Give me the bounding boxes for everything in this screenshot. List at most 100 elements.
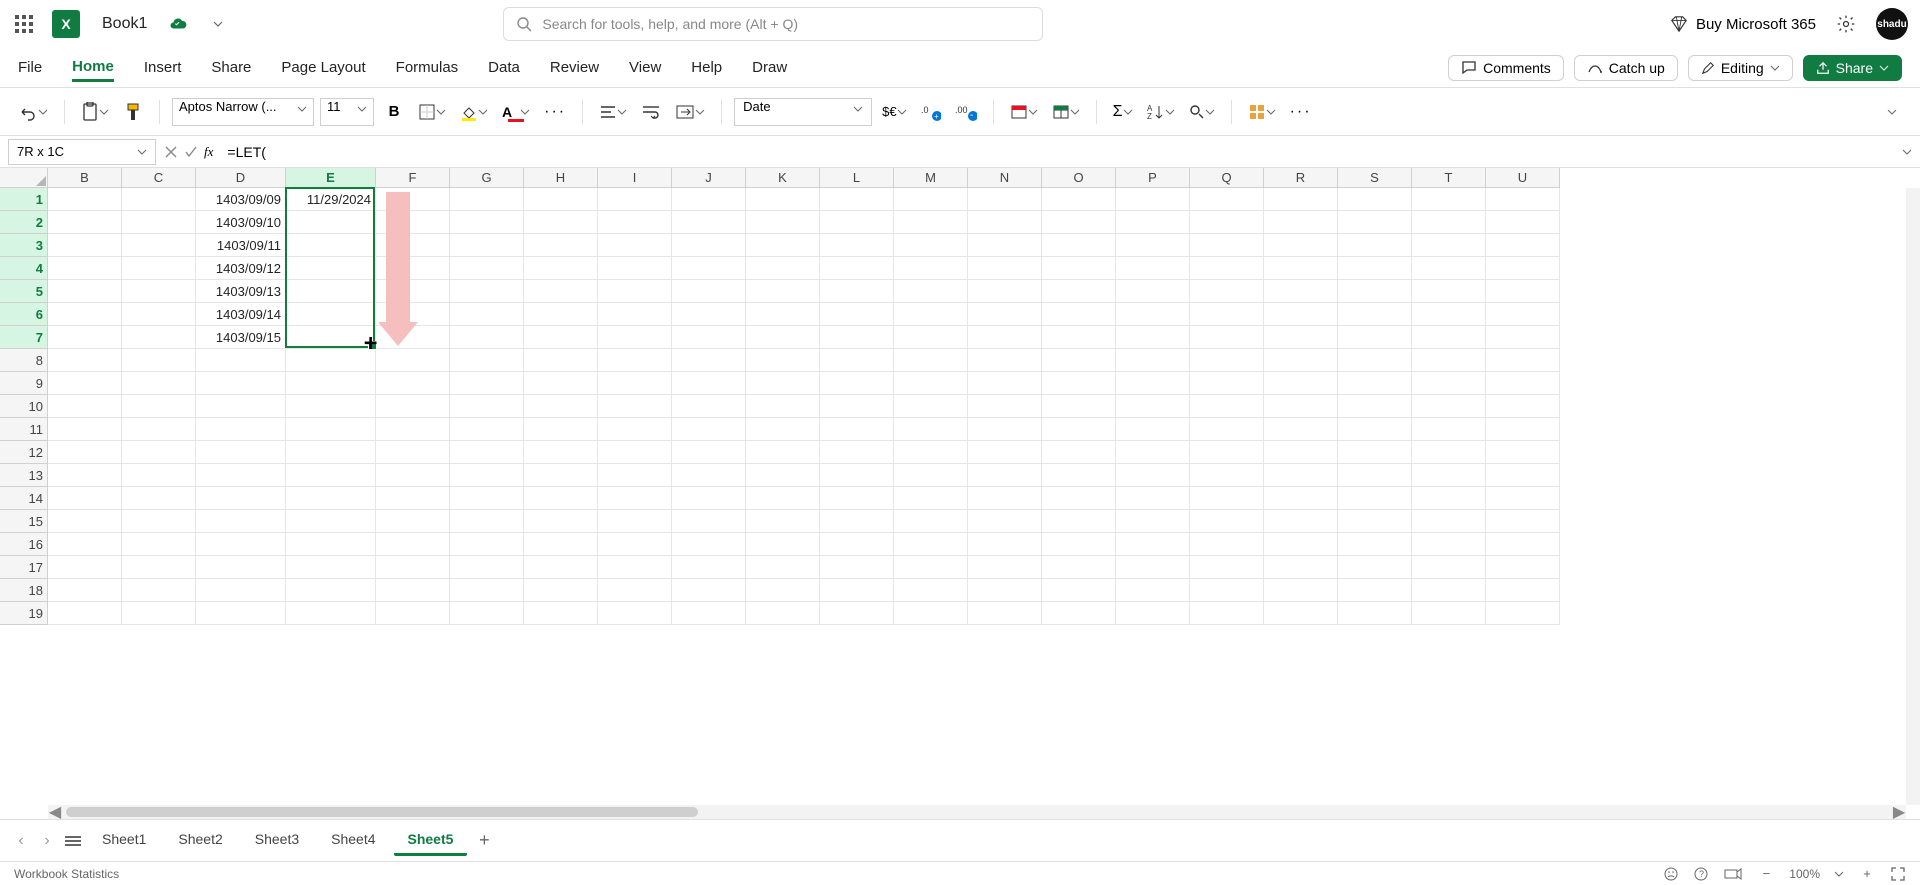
cell-C2[interactable] xyxy=(122,211,196,234)
cell-E3[interactable] xyxy=(286,234,376,257)
cell-F11[interactable] xyxy=(376,418,450,441)
row-header-12[interactable]: 12 xyxy=(0,441,48,464)
cell-T6[interactable] xyxy=(1412,303,1486,326)
cell-K3[interactable] xyxy=(746,234,820,257)
cell-S10[interactable] xyxy=(1338,395,1412,418)
cell-Q11[interactable] xyxy=(1190,418,1264,441)
column-header-O[interactable]: O xyxy=(1042,168,1116,188)
sheet-nav-prev[interactable]: ‹ xyxy=(10,832,32,850)
cell-R19[interactable] xyxy=(1264,602,1338,625)
cell-B6[interactable] xyxy=(48,303,122,326)
cell-N11[interactable] xyxy=(968,418,1042,441)
ribbon-tab-insert[interactable]: Insert xyxy=(144,55,182,80)
cell-U6[interactable] xyxy=(1486,303,1560,326)
cell-U14[interactable] xyxy=(1486,487,1560,510)
increase-decimal-button[interactable]: .0+ xyxy=(917,97,945,127)
cell-K13[interactable] xyxy=(746,464,820,487)
column-header-H[interactable]: H xyxy=(524,168,598,188)
workbook-statistics[interactable]: Workbook Statistics xyxy=(14,867,119,881)
catch-up-button[interactable]: Catch up xyxy=(1574,55,1678,81)
zoom-level[interactable]: 100% xyxy=(1789,867,1820,881)
cell-I1[interactable] xyxy=(598,188,672,211)
cell-N15[interactable] xyxy=(968,510,1042,533)
cell-N9[interactable] xyxy=(968,372,1042,395)
cell-O18[interactable] xyxy=(1042,579,1116,602)
cell-R17[interactable] xyxy=(1264,556,1338,579)
cell-M8[interactable] xyxy=(894,349,968,372)
cell-N8[interactable] xyxy=(968,349,1042,372)
cell-D6[interactable]: 1403/09/14 xyxy=(196,303,286,326)
cell-G10[interactable] xyxy=(450,395,524,418)
cell-P7[interactable] xyxy=(1116,326,1190,349)
cell-C13[interactable] xyxy=(122,464,196,487)
cell-Q6[interactable] xyxy=(1190,303,1264,326)
cell-K19[interactable] xyxy=(746,602,820,625)
cell-D11[interactable] xyxy=(196,418,286,441)
sheet-tab-sheet5[interactable]: Sheet5 xyxy=(394,825,468,856)
cell-O8[interactable] xyxy=(1042,349,1116,372)
cell-J19[interactable] xyxy=(672,602,746,625)
cell-O13[interactable] xyxy=(1042,464,1116,487)
cell-T5[interactable] xyxy=(1412,280,1486,303)
cell-L4[interactable] xyxy=(820,257,894,280)
conditional-formatting-button[interactable] xyxy=(1006,97,1042,127)
cell-P6[interactable] xyxy=(1116,303,1190,326)
cell-H13[interactable] xyxy=(524,464,598,487)
cell-C11[interactable] xyxy=(122,418,196,441)
find-button[interactable] xyxy=(1185,97,1219,127)
cell-B4[interactable] xyxy=(48,257,122,280)
cell-I17[interactable] xyxy=(598,556,672,579)
cell-N16[interactable] xyxy=(968,533,1042,556)
cell-F19[interactable] xyxy=(376,602,450,625)
cell-U11[interactable] xyxy=(1486,418,1560,441)
cell-C3[interactable] xyxy=(122,234,196,257)
cell-M5[interactable] xyxy=(894,280,968,303)
row-header-13[interactable]: 13 xyxy=(0,464,48,487)
cell-J10[interactable] xyxy=(672,395,746,418)
cell-E17[interactable] xyxy=(286,556,376,579)
cell-N14[interactable] xyxy=(968,487,1042,510)
cell-S14[interactable] xyxy=(1338,487,1412,510)
cell-L9[interactable] xyxy=(820,372,894,395)
cell-B15[interactable] xyxy=(48,510,122,533)
cell-J15[interactable] xyxy=(672,510,746,533)
cell-I4[interactable] xyxy=(598,257,672,280)
cell-P19[interactable] xyxy=(1116,602,1190,625)
cell-M18[interactable] xyxy=(894,579,968,602)
cell-C7[interactable] xyxy=(122,326,196,349)
cell-Q17[interactable] xyxy=(1190,556,1264,579)
column-header-M[interactable]: M xyxy=(894,168,968,188)
cell-G1[interactable] xyxy=(450,188,524,211)
cell-B14[interactable] xyxy=(48,487,122,510)
accept-formula-icon[interactable] xyxy=(184,145,198,159)
cell-O5[interactable] xyxy=(1042,280,1116,303)
ribbon-tab-page-layout[interactable]: Page Layout xyxy=(281,55,365,80)
cell-P4[interactable] xyxy=(1116,257,1190,280)
cell-R3[interactable] xyxy=(1264,234,1338,257)
decrease-decimal-button[interactable]: .00- xyxy=(951,97,981,127)
row-header-15[interactable]: 15 xyxy=(0,510,48,533)
cell-R15[interactable] xyxy=(1264,510,1338,533)
cell-U12[interactable] xyxy=(1486,441,1560,464)
cell-I3[interactable] xyxy=(598,234,672,257)
cell-G7[interactable] xyxy=(450,326,524,349)
cell-L5[interactable] xyxy=(820,280,894,303)
cell-D14[interactable] xyxy=(196,487,286,510)
cell-E18[interactable] xyxy=(286,579,376,602)
cell-U19[interactable] xyxy=(1486,602,1560,625)
column-header-E[interactable]: E xyxy=(286,168,376,188)
cell-E5[interactable] xyxy=(286,280,376,303)
cell-R6[interactable] xyxy=(1264,303,1338,326)
cell-R9[interactable] xyxy=(1264,372,1338,395)
cell-J13[interactable] xyxy=(672,464,746,487)
column-header-J[interactable]: J xyxy=(672,168,746,188)
row-header-1[interactable]: 1 xyxy=(0,188,48,211)
cell-J1[interactable] xyxy=(672,188,746,211)
cell-I14[interactable] xyxy=(598,487,672,510)
cell-M13[interactable] xyxy=(894,464,968,487)
cell-M19[interactable] xyxy=(894,602,968,625)
column-header-Q[interactable]: Q xyxy=(1190,168,1264,188)
font-family-select[interactable]: Aptos Narrow (... xyxy=(172,98,314,126)
horizontal-scrollbar[interactable]: ◀ ▶ xyxy=(48,805,1906,819)
cell-L3[interactable] xyxy=(820,234,894,257)
